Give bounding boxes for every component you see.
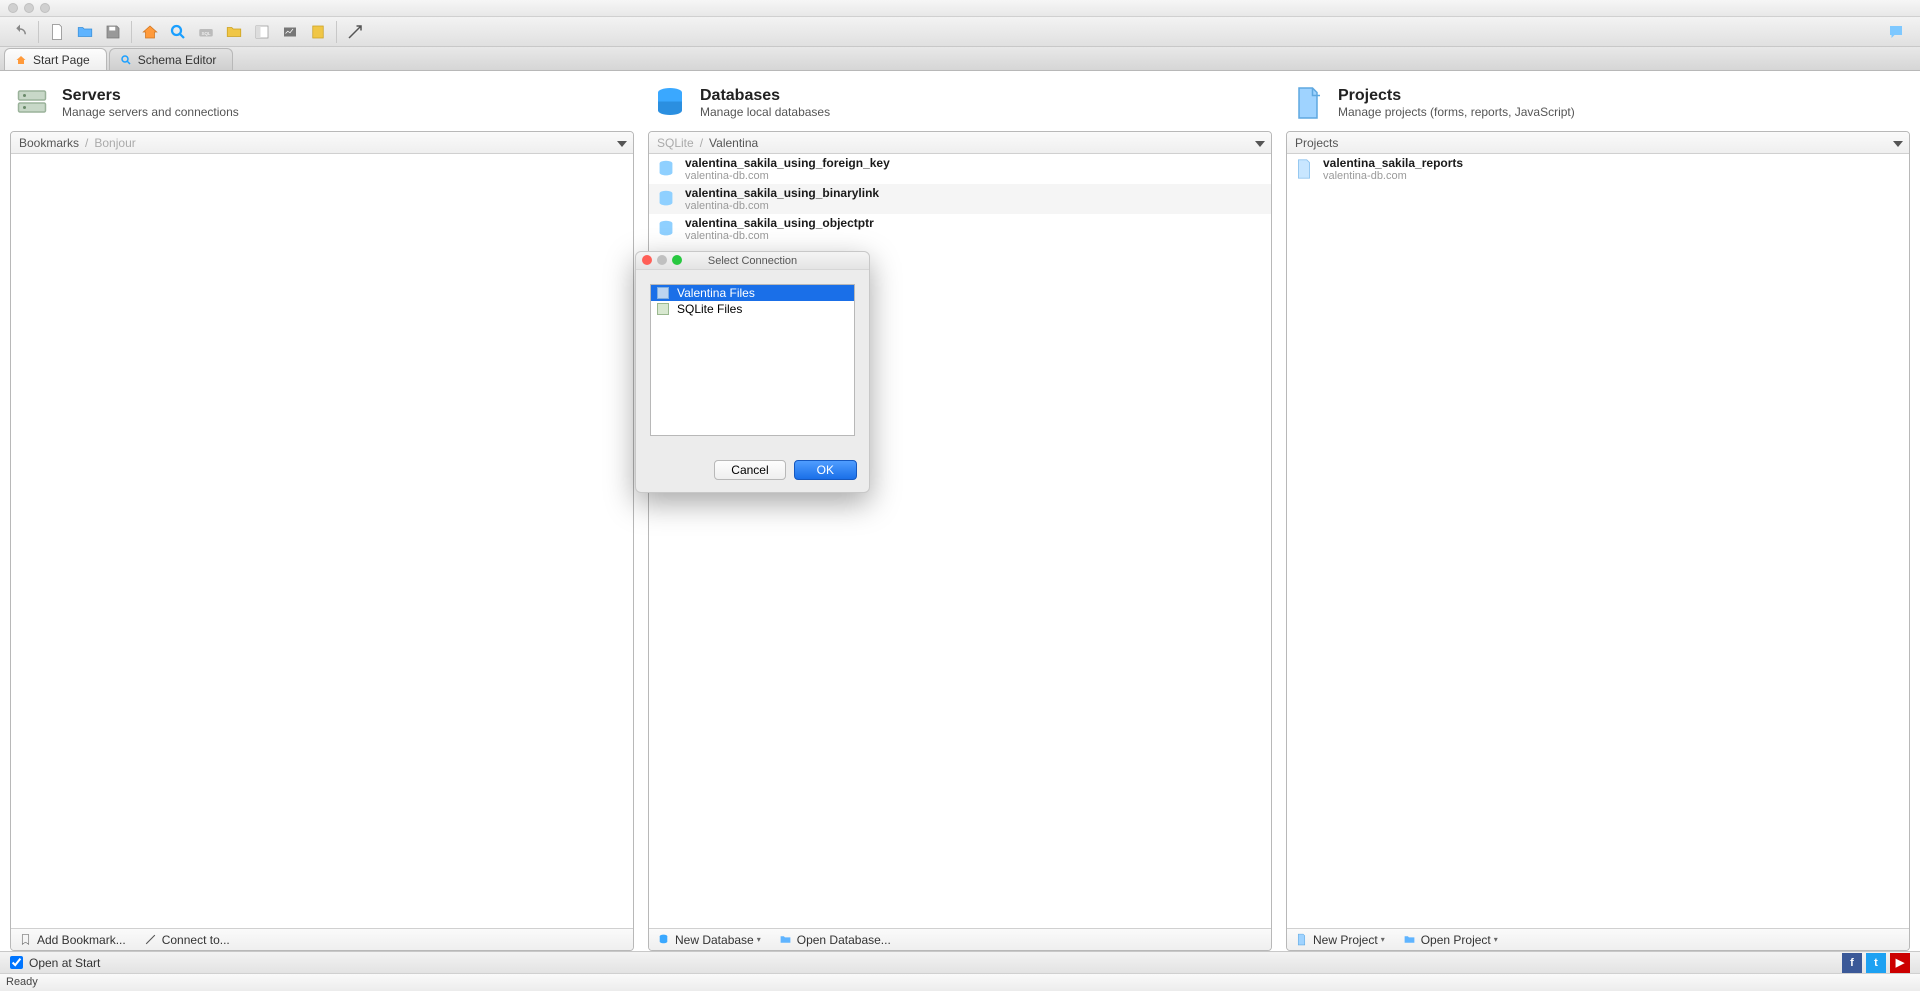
dialog-close[interactable] — [642, 255, 652, 265]
file-type-icon — [657, 303, 669, 315]
modal-overlay: Select Connection Valentina Files SQLite… — [0, 0, 1920, 991]
cancel-button[interactable]: Cancel — [714, 460, 785, 480]
connection-option-sqlite[interactable]: SQLite Files — [651, 301, 854, 317]
connection-listbox[interactable]: Valentina Files SQLite Files — [650, 284, 855, 436]
dialog-max[interactable] — [672, 255, 682, 265]
dialog-titlebar: Select Connection — [636, 252, 869, 270]
dialog-title: Select Connection — [708, 255, 797, 267]
connection-option-valentina[interactable]: Valentina Files — [651, 285, 854, 301]
dialog-min — [657, 255, 667, 265]
ok-button[interactable]: OK — [794, 460, 857, 480]
file-type-icon — [657, 287, 669, 299]
select-connection-dialog: Select Connection Valentina Files SQLite… — [635, 251, 870, 493]
